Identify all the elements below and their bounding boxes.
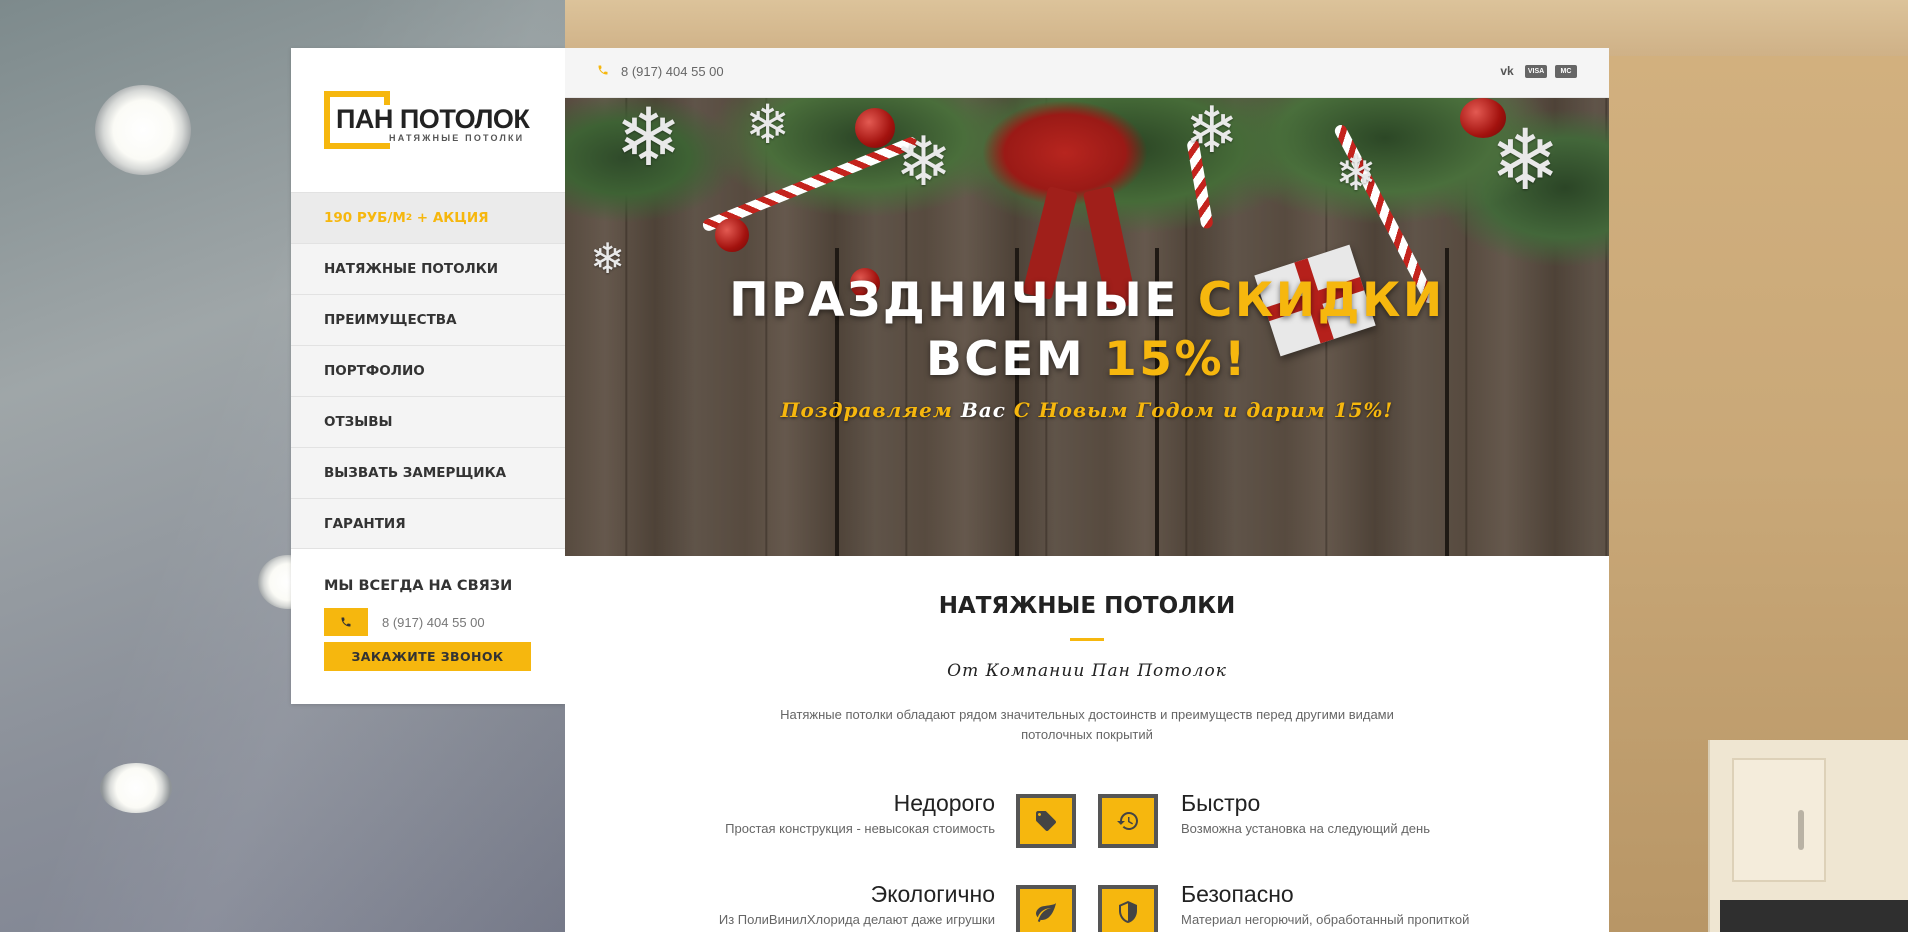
- feature-title: Недорого: [893, 790, 995, 816]
- feature-desc: Простая конструкция - невысокая стоимост…: [725, 821, 995, 836]
- snowflake-icon: ❄: [895, 124, 952, 200]
- feature-desc: Из ПолиВинилХлорида делают даже игрушки: [718, 912, 995, 927]
- logo-title: ПАН ПОТОЛОК: [336, 104, 530, 134]
- ceiling-lamp: [95, 85, 191, 175]
- nav-item-warranty[interactable]: ГАРАНТИЯ: [291, 498, 565, 549]
- snowflake-icon: ❄: [745, 98, 791, 155]
- section-script: От Компании Пан Потолок: [947, 661, 1227, 681]
- topbar-phone[interactable]: 8 (917) 404 55 00: [621, 64, 724, 79]
- logo-subtitle: НАТЯЖНЫЕ ПОТОЛКИ: [389, 133, 525, 143]
- social-links: vk VISA MC: [1497, 64, 1577, 78]
- feature-desc: Возможна установка на следующий день: [1181, 821, 1430, 836]
- nav-item-ceilings[interactable]: НАТЯЖНЫЕ ПОТОЛКИ: [291, 243, 565, 294]
- hero-title-line2: ВСЕМ 15%!: [925, 332, 1248, 387]
- feature-title: Безопасно: [1181, 881, 1294, 907]
- contact-phone[interactable]: 8 (917) 404 55 00: [382, 615, 485, 630]
- vk-icon[interactable]: vk: [1497, 64, 1517, 78]
- ornament-ball: [715, 218, 749, 252]
- snowflake-icon: ❄: [1185, 98, 1239, 166]
- feature-eco: Экологично Из ПолиВинилХлорида делают да…: [665, 880, 995, 927]
- sidebar: ПАН ПОТОЛОК НАТЯЖНЫЕ ПОТОЛКИ 190 РУБ/М 2 …: [291, 48, 565, 704]
- section-title: НАТЯЖНЫЕ ПОТОЛКИ: [938, 593, 1236, 619]
- nav-item-measurer[interactable]: ВЫЗВАТЬ ЗАМЕРЩИКА: [291, 447, 565, 498]
- nav-item-portfolio[interactable]: ПОРТФОЛИО: [291, 345, 565, 396]
- feature-title: Быстро: [1181, 790, 1261, 816]
- snowflake-icon: ❄: [615, 98, 683, 182]
- nav-item-reviews[interactable]: ОТЗЫВЫ: [291, 396, 565, 447]
- main-content: 8 (917) 404 55 00 vk VISA MC ❄ ❄ ❄ ❄ ❄ ❄…: [565, 48, 1609, 932]
- section-text: Натяжные потолки обладают рядом значител…: [780, 707, 1394, 742]
- contact-title: МЫ ВСЕГДА НА СВЯЗИ: [324, 578, 513, 594]
- tag-icon: [1016, 794, 1076, 848]
- feature-fast: Быстро Возможна установка на следующий д…: [1181, 789, 1521, 836]
- hero-title-line1: ПРАЗДНИЧНЫЕ СКИДКИ: [729, 273, 1445, 328]
- feature-title: Экологично: [870, 881, 995, 907]
- kitchen-cabinet: [1708, 740, 1908, 932]
- shield-icon: [1098, 885, 1158, 932]
- phone-icon: [597, 64, 609, 79]
- topbar: 8 (917) 404 55 00 vk VISA MC: [565, 48, 1609, 98]
- snowflake-icon: ❄: [1490, 113, 1561, 207]
- feature-desc: Материал негорючий, обработанный пропитк…: [1181, 912, 1470, 927]
- leaf-icon: [1016, 885, 1076, 932]
- ornament-ball: [855, 108, 895, 148]
- feature-safe: Безопасно Материал негорючий, обработанн…: [1181, 880, 1521, 927]
- feature-cheap: Недорого Простая конструкция - невысокая…: [665, 789, 995, 836]
- contact-block: МЫ ВСЕГДА НА СВЯЗИ 8 (917) 404 55 00 ЗАК…: [324, 578, 534, 671]
- mastercard-icon: MC: [1555, 64, 1577, 78]
- logo[interactable]: ПАН ПОТОЛОК НАТЯЖНЫЕ ПОТОЛКИ: [324, 91, 534, 153]
- visa-icon: VISA: [1525, 64, 1547, 78]
- hero-subtitle: Поздравляем Вас С Новым Годом и дарим 15…: [780, 398, 1394, 422]
- main-nav: 190 РУБ/М 2 + АКЦИЯ НАТЯЖНЫЕ ПОТОЛКИ ПРЕИ…: [291, 192, 565, 549]
- title-divider: [1070, 638, 1104, 641]
- nav-item-promo[interactable]: 190 РУБ/М 2 + АКЦИЯ: [291, 192, 565, 243]
- history-icon: [1098, 794, 1158, 848]
- callback-button[interactable]: ЗАКАЖИТЕ ЗВОНОК: [324, 642, 531, 671]
- nav-item-advantages[interactable]: ПРЕИМУЩЕСТВА: [291, 294, 565, 345]
- ceiling-lamp: [100, 763, 172, 813]
- hero-banner: ❄ ❄ ❄ ❄ ❄ ❄ ❄ ПРАЗДНИЧНЫЕ СКИДКИ ВСЕМ 15…: [565, 98, 1609, 556]
- snowflake-icon: ❄: [1335, 145, 1377, 201]
- phone-icon[interactable]: [324, 608, 368, 636]
